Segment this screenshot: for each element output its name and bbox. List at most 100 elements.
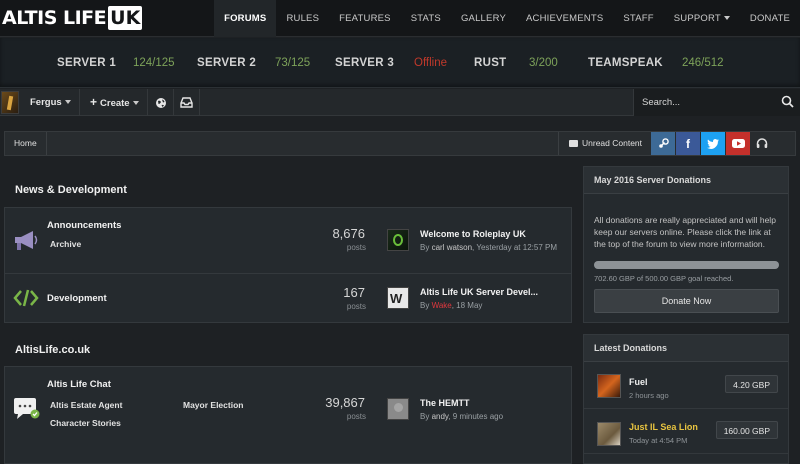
chat-icon [14,398,40,419]
last-post-by: By [420,243,430,252]
plus-icon: + [90,95,98,109]
folder-icon [569,140,578,147]
activity-button[interactable] [148,89,174,116]
donation-time: 2 hours ago [629,391,669,400]
steam-button[interactable] [651,132,675,155]
nav-gallery[interactable]: GALLERY [451,0,516,37]
donation-time: Today at 4:54 PM [629,436,688,445]
facebook-icon: f [686,136,690,151]
nav-rules[interactable]: RULES [276,0,329,37]
avatar[interactable]: W [387,287,409,309]
server-name: SERVER 3 [335,57,395,69]
donate-now-button[interactable]: Donate Now [594,289,779,313]
nav-support[interactable]: SUPPORT [664,0,740,37]
unread-content-link[interactable]: Unread Content [558,132,648,155]
subforum-link[interactable]: Altis Estate Agent [50,400,122,410]
user-bar: Fergus + Create [0,89,800,116]
posts-label: posts [346,243,366,252]
headset-icon [756,138,768,148]
last-post-time: , Yesterday at 12:57 PM [472,243,557,252]
twitter-icon [707,138,719,149]
donor-name[interactable]: Just IL Sea Lion [629,422,698,432]
goal-text: 702.60 GBP of 500.00 GBP goal reached. [594,274,734,283]
server-status: 124/125 [133,57,175,69]
breadcrumb-home[interactable]: Home [5,132,47,155]
post-count: 8,676 [332,226,365,241]
youtube-button[interactable] [726,132,750,155]
twitter-button[interactable] [701,132,725,155]
posts-label: posts [346,302,366,311]
progress-fill [594,261,779,269]
inbox-button[interactable] [174,89,200,116]
avatar[interactable] [597,374,621,398]
nav-forums[interactable]: FORUMS [214,0,277,37]
subforum-link[interactable]: Mayor Election [183,400,243,410]
server-donations-widget: May 2016 Server Donations All donations … [583,166,789,323]
forum-title[interactable]: Altis Life Chat [47,379,111,390]
nav-support-label: SUPPORT [673,13,721,24]
widget-title: Latest Donations [584,335,788,362]
user-menu[interactable]: Fergus [22,89,80,116]
facebook-button[interactable]: f [676,132,700,155]
nav-donate[interactable]: DONATE [740,0,800,37]
create-label: Create [100,98,130,109]
server-status: 73/125 [275,57,311,69]
widget-title: May 2016 Server Donations [584,167,788,194]
breadcrumb: Home Unread Content f [4,131,796,156]
nav-stats[interactable]: STATS [401,0,451,37]
last-post-author[interactable]: andy [432,412,449,421]
nav-features[interactable]: FEATURES [329,0,401,37]
post-count: 167 [343,285,365,300]
nav-staff[interactable]: STAFF [613,0,663,37]
create-menu[interactable]: + Create [82,89,148,116]
last-post-author[interactable]: Wake [432,301,452,310]
donations-description: All donations are really appreciated and… [594,215,776,249]
avatar[interactable] [387,398,409,420]
donor-name[interactable]: Fuel [629,377,648,387]
last-post-time: , 9 minutes ago [448,412,504,421]
nav-achievements[interactable]: ACHIEVEMENTS [516,0,613,37]
avatar-image: W [390,291,403,306]
search-bar [633,89,800,116]
teamspeak-button[interactable] [751,132,773,155]
youtube-icon [731,139,745,148]
forum-row[interactable]: Announcements Archive 8,676 posts Welcom… [5,208,571,274]
donation-amount: 4.20 GBP [725,375,778,393]
last-post-meta: By andy, 9 minutes ago [420,412,503,421]
posts-label: posts [346,412,366,421]
forum-title[interactable]: Development [47,293,107,304]
last-post-title[interactable]: Altis Life UK Server Devel... [420,287,538,297]
username: Fergus [30,97,62,108]
forum-title[interactable]: Announcements [47,220,121,231]
subforum-link[interactable]: Character Stories [50,418,121,428]
forum-row[interactable]: Development 167 posts W Altis Life UK Se… [5,274,571,324]
avatar[interactable] [597,422,621,446]
chevron-down-icon [723,16,730,21]
search-icon[interactable] [781,95,794,108]
server-name: SERVER 1 [57,57,117,69]
last-post-title[interactable]: The HEMTT [420,398,470,408]
server-status: 3/200 [529,57,558,69]
subforum-link[interactable]: Archive [50,239,81,249]
megaphone-icon [15,231,38,250]
search-input[interactable] [634,89,774,116]
avatar[interactable] [1,91,19,114]
last-post-by: By [420,412,430,421]
section-title: News & Development [15,184,127,196]
server-status-bar: SERVER 1 124/125 SERVER 2 73/125 SERVER … [0,38,800,88]
chevron-down-icon [132,101,139,106]
last-post-title[interactable]: Welcome to Roleplay UK [420,229,526,239]
globe-icon [155,97,166,108]
inbox-icon [180,97,193,108]
last-post-meta: By Wake, 18 May [420,301,482,310]
avatar-image [394,403,403,412]
donation-amount: 160.00 GBP [715,421,778,439]
site-logo[interactable]: ALTIS LIFE UK [2,6,143,30]
avatar-image [393,234,403,246]
forum-row[interactable]: Altis Life Chat Altis Estate Agent Mayor… [5,367,571,451]
last-post-author[interactable]: carl watson [432,243,472,252]
avatar[interactable] [387,229,409,251]
donation-item[interactable]: Just IL Sea Lion Today at 4:54 PM 160.00… [584,410,788,454]
donation-item[interactable]: Fuel 2 hours ago 4.20 GBP [584,363,788,409]
logo-badge: UK [108,6,143,30]
